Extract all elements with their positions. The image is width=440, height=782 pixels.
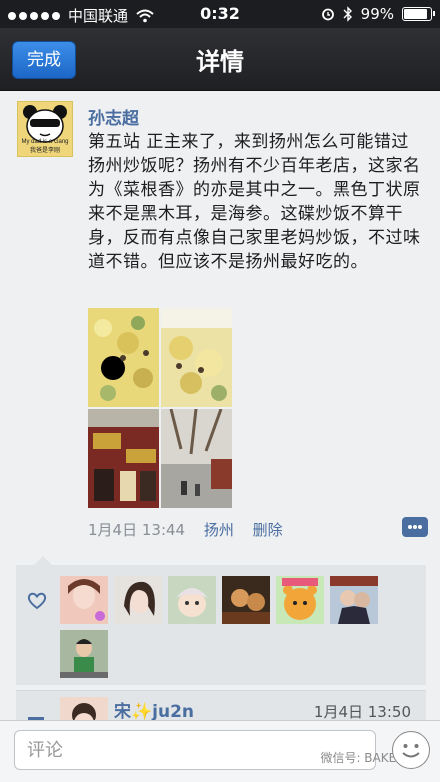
liker-avatar[interactable]	[222, 576, 270, 624]
author-avatar[interactable]: My dad is a Gang 我爸是李刚	[17, 101, 73, 157]
photo-fried-rice-1[interactable]	[88, 308, 159, 407]
commenter-name[interactable]: 宋✨ju2n	[114, 697, 194, 721]
battery-icon	[402, 7, 435, 21]
liker-avatar[interactable]	[60, 576, 108, 624]
comment-input-bar: 评论 微信号: BAKE076F	[0, 720, 440, 782]
liker-avatar[interactable]	[60, 630, 108, 678]
battery-percentage: 99%	[360, 5, 394, 23]
page-title: 详情	[196, 48, 244, 76]
post-location[interactable]: 扬州	[204, 521, 234, 539]
post-time: 1月4日 13:44	[88, 521, 186, 539]
alarm-icon	[321, 8, 334, 21]
bluetooth-icon	[343, 6, 352, 22]
liker-avatar[interactable]	[114, 576, 162, 624]
delete-button[interactable]: 删除	[253, 521, 283, 539]
comment-options-icon[interactable]	[402, 517, 428, 537]
liker-avatar[interactable]	[276, 576, 324, 624]
photo-fried-rice-2[interactable]	[161, 308, 232, 407]
post-meta: 1月4日 13:44 扬州 删除	[88, 519, 297, 540]
post-author[interactable]: 孙志超	[88, 104, 139, 129]
smiley-icon	[402, 744, 420, 758]
avatar-caption: My dad is a Gang 我爸是李刚	[21, 139, 69, 154]
photo-restaurant-front[interactable]	[88, 409, 159, 508]
emoji-button[interactable]	[392, 731, 430, 769]
liker-avatar[interactable]	[168, 576, 216, 624]
heart-icon	[27, 592, 47, 610]
photo-street[interactable]	[161, 409, 232, 508]
comment-time: 1月4日 13:50	[313, 703, 411, 721]
commenter-avatar[interactable]	[60, 697, 108, 721]
liker-avatar[interactable]	[330, 576, 378, 624]
post-text: 第五站 正主来了，来到扬州怎么可能错过扬州炒饭呢？扬州有不少百年老店，这家名为《…	[88, 132, 421, 272]
status-bar: 中国联通 0:32 99%	[0, 0, 440, 28]
likes-panel	[16, 556, 426, 685]
navigation-bar: 完成 详情	[0, 28, 440, 91]
comment-row[interactable]: 宋✨ju2n 1月4日 13:50	[16, 690, 426, 721]
